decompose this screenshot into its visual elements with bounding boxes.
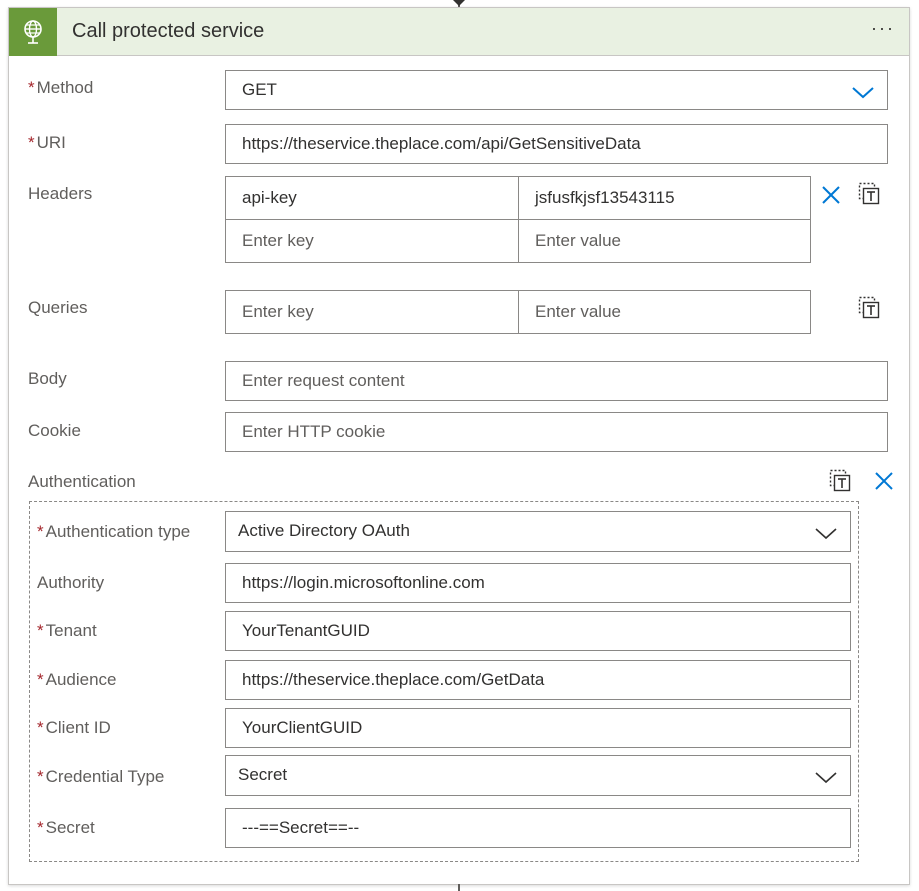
header-new-key-input[interactable]: Enter key bbox=[225, 219, 519, 263]
method-label: * Method bbox=[28, 78, 94, 97]
card-header[interactable]: Call protected service ··· bbox=[9, 8, 909, 56]
body-input[interactable]: Enter request content bbox=[225, 361, 888, 401]
more-options-icon[interactable]: ··· bbox=[871, 18, 895, 39]
tenant-input[interactable]: YourTenantGUID bbox=[225, 611, 851, 651]
uri-input[interactable]: https://theservice.theplace.com/api/GetS… bbox=[225, 124, 888, 164]
close-icon[interactable] bbox=[873, 470, 895, 497]
card-title: Call protected service bbox=[72, 20, 265, 42]
audience-label: * Audience bbox=[37, 670, 117, 689]
authentication-panel: * Authentication type Active Directory OA… bbox=[29, 501, 859, 862]
uri-label: * URI bbox=[28, 133, 66, 152]
body-label: Body bbox=[28, 369, 67, 388]
flow-arrow-icon bbox=[453, 0, 465, 6]
flow-connector-bottom bbox=[458, 884, 460, 891]
method-select[interactable]: GET bbox=[225, 70, 888, 110]
auth-type-select[interactable]: Active Directory OAuth bbox=[225, 511, 851, 552]
client-id-input[interactable]: YourClientGUID bbox=[225, 708, 851, 748]
query-key-input[interactable]: Enter key bbox=[225, 290, 519, 334]
audience-input[interactable]: https://theservice.theplace.com/GetData bbox=[225, 660, 851, 700]
switch-to-text-mode-icon[interactable] bbox=[829, 469, 851, 498]
auth-type-value: Active Directory OAuth bbox=[238, 521, 410, 540]
client-id-label: * Client ID bbox=[37, 718, 111, 737]
cookie-input[interactable]: Enter HTTP cookie bbox=[225, 412, 888, 452]
credential-type-label: * Credential Type bbox=[37, 767, 165, 786]
credential-type-select[interactable]: Secret bbox=[225, 755, 851, 796]
cookie-label: Cookie bbox=[28, 421, 81, 440]
action-card: Call protected service ··· * Method GET *… bbox=[8, 7, 910, 885]
chevron-down-icon bbox=[814, 764, 838, 795]
queries-label: Queries bbox=[28, 298, 88, 317]
authority-input[interactable]: https://login.microsoftonline.com bbox=[225, 563, 851, 603]
secret-input[interactable]: ---==Secret==-- bbox=[225, 808, 851, 848]
authentication-label: Authentication bbox=[28, 472, 136, 491]
query-value-input[interactable]: Enter value bbox=[518, 290, 811, 334]
chevron-down-icon bbox=[814, 520, 838, 551]
tenant-label: * Tenant bbox=[37, 621, 97, 640]
method-value: GET bbox=[242, 80, 277, 99]
header-value-input[interactable]: jsfusfkjsf13543115 bbox=[518, 176, 811, 220]
credential-type-value: Secret bbox=[238, 765, 288, 784]
headers-label: Headers bbox=[28, 184, 93, 203]
switch-to-text-mode-icon[interactable] bbox=[858, 296, 880, 325]
authority-label: Authority bbox=[37, 573, 105, 592]
secret-label: * Secret bbox=[37, 818, 95, 837]
auth-type-label: * Authentication type bbox=[37, 522, 191, 541]
close-icon[interactable] bbox=[820, 184, 842, 211]
globe-icon bbox=[9, 8, 57, 56]
header-key-input[interactable]: api-key bbox=[225, 176, 519, 220]
header-new-value-input[interactable]: Enter value bbox=[518, 219, 811, 263]
chevron-down-icon bbox=[851, 79, 875, 109]
switch-to-text-mode-icon[interactable] bbox=[858, 182, 880, 211]
